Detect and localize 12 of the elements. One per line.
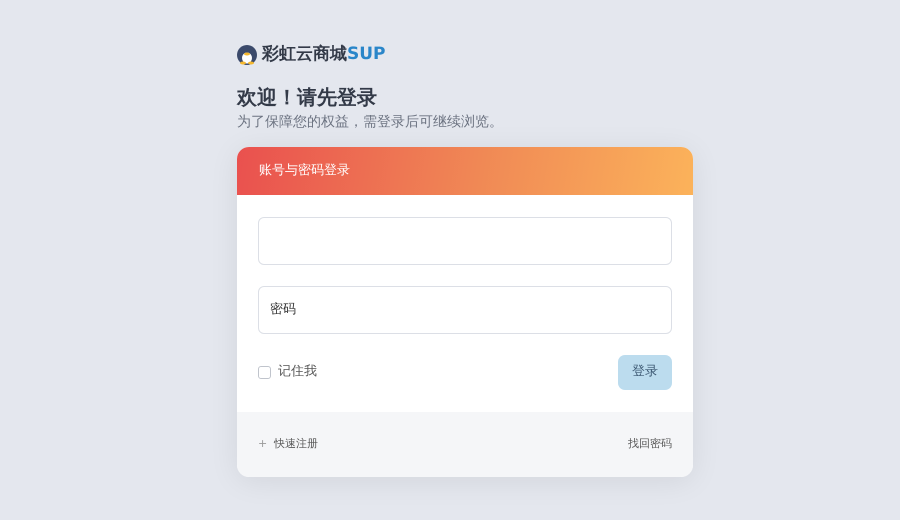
password-field[interactable]: 密码 [258, 286, 672, 334]
forgot-password-link[interactable]: 找回密码 [628, 436, 672, 452]
subheading: 为了保障您的权益，需登录后可继续浏览。 [237, 112, 504, 132]
register-link[interactable]: + 快速注册 [258, 436, 318, 452]
card-title: 账号与密码登录 [259, 162, 350, 180]
username-field[interactable] [258, 216, 672, 264]
remember-label: 记住我 [278, 363, 317, 382]
remember-checkbox[interactable] [258, 366, 271, 378]
login-button[interactable]: 登录 [618, 354, 672, 390]
brand-name: 彩虹云商城SUP [262, 43, 386, 66]
heading: 欢迎！请先登录 [237, 84, 378, 110]
penguin-icon [237, 44, 257, 65]
